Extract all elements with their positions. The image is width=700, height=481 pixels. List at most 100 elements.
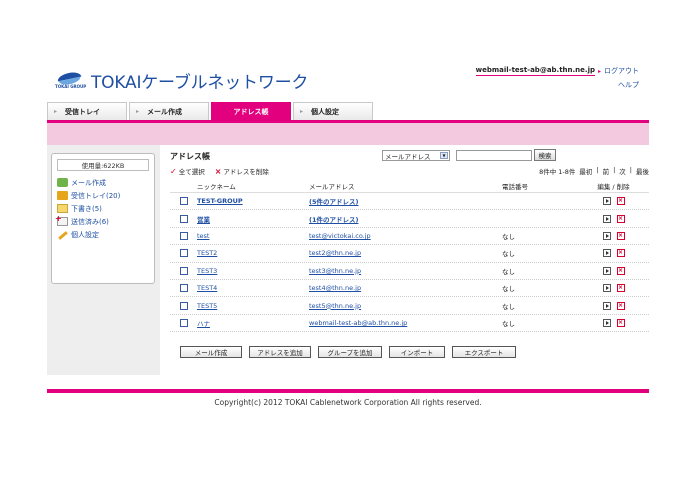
- tel-cell: なし: [502, 232, 515, 241]
- copyright: Copyright(c) 2012 TOKAI Cablenetwork Cor…: [214, 398, 482, 407]
- email-link[interactable]: test@victokai.co.jp: [309, 232, 371, 240]
- tel-cell: なし: [502, 250, 515, 259]
- select-all-link[interactable]: ✓ 全て選択: [170, 166, 205, 177]
- address-table: ニックネーム メールアドレス 電話番号 編集 / 削除 TEST-GROUP (…: [170, 179, 649, 333]
- sidebar-item-settings[interactable]: 個人設定: [57, 228, 149, 241]
- sidebar-item-compose[interactable]: メール作成: [57, 176, 149, 189]
- search-button[interactable]: 検索: [534, 149, 556, 161]
- sidebar-item-inbox[interactable]: 受信トレイ(20): [57, 189, 149, 202]
- edit-icon[interactable]: [602, 249, 611, 258]
- arrow-right-icon: ▸: [300, 108, 304, 115]
- sidebar-item-drafts[interactable]: 下書き(5): [57, 202, 149, 215]
- table-row: TEST5 test5@thn.ne.jp なし ×: [170, 297, 649, 315]
- storage-usage: 使用量:622KB: [57, 159, 149, 171]
- help-link[interactable]: ヘルプ: [476, 80, 639, 90]
- col-nickname: ニックネーム: [197, 182, 236, 191]
- tab-address-book[interactable]: アドレス帳: [211, 102, 291, 120]
- tel-cell: なし: [502, 285, 515, 294]
- delete-x-icon: ×: [214, 166, 222, 176]
- pager-prev[interactable]: 前: [603, 166, 610, 176]
- tel-cell: なし: [502, 267, 515, 276]
- email-link[interactable]: (1件のアドレス): [309, 216, 358, 224]
- arrow-right-icon: ▸: [136, 108, 140, 115]
- nickname-link[interactable]: ハナ: [197, 320, 210, 328]
- row-checkbox[interactable]: [179, 249, 188, 258]
- email-link[interactable]: (5件のアドレス): [309, 198, 358, 206]
- row-checkbox[interactable]: [179, 284, 188, 293]
- nickname-link[interactable]: test: [197, 232, 209, 240]
- add-address-button[interactable]: アドレスを追加: [249, 346, 311, 358]
- delete-icon[interactable]: ×: [616, 318, 625, 327]
- settings-icon: [57, 230, 68, 239]
- delete-icon[interactable]: ×: [616, 197, 625, 206]
- arrow-right-icon: ▸: [597, 67, 601, 75]
- compose-icon: [57, 178, 68, 187]
- edit-icon[interactable]: [602, 318, 611, 327]
- edit-icon[interactable]: [602, 301, 611, 310]
- tel-cell: なし: [502, 319, 515, 328]
- tab-settings[interactable]: ▸ 個人設定: [293, 102, 373, 120]
- table-row: TEST-GROUP (5件のアドレス) ×: [170, 193, 649, 211]
- edit-icon[interactable]: [602, 266, 611, 275]
- sidebar-item-sent[interactable]: 送信済み(6): [55, 214, 149, 228]
- sub-header-band: [47, 123, 649, 145]
- pager-last[interactable]: 最後: [636, 166, 649, 176]
- sidebar-panel: 使用量:622KB メール作成 受信トレイ(20) 下書き(5) 送信済み(6)…: [51, 153, 155, 284]
- compose-mail-button[interactable]: メール作成: [180, 346, 242, 358]
- edit-icon[interactable]: [602, 214, 611, 223]
- table-row: 営業 (1件のアドレス) ×: [170, 210, 649, 228]
- drafts-icon: [57, 204, 68, 213]
- email-link[interactable]: webmail-test-ab@ab.thn.ne.jp: [309, 319, 407, 327]
- table-row: TEST3 test3@thn.ne.jp なし ×: [170, 263, 649, 280]
- logo-text: TOKAIケーブルネットワーク: [91, 72, 309, 93]
- email-link[interactable]: test4@thn.ne.jp: [309, 284, 361, 292]
- col-edit: 編集 / 削除: [597, 182, 630, 191]
- nickname-link[interactable]: TEST5: [197, 302, 217, 310]
- nickname-link[interactable]: TEST-GROUP: [197, 197, 243, 205]
- delete-selected-link[interactable]: × アドレスを削除: [214, 166, 269, 177]
- sent-icon: [55, 214, 68, 226]
- edit-icon[interactable]: [602, 197, 611, 206]
- delete-icon[interactable]: ×: [616, 266, 625, 275]
- checkmark-icon: ✓: [170, 166, 177, 176]
- delete-icon[interactable]: ×: [616, 284, 625, 293]
- search-field-select[interactable]: メールアドレス ▼: [382, 150, 450, 161]
- edit-icon[interactable]: [602, 284, 611, 293]
- nickname-link[interactable]: 営業: [197, 216, 210, 224]
- user-email: webmail-test-ab@ab.thn.ne.jp: [475, 66, 595, 76]
- pagination: 8件中 1-8件 最初 | 前 | 次 | 最後: [539, 166, 649, 176]
- row-checkbox[interactable]: [179, 266, 188, 275]
- tokai-logo-mark: TOKAI GROUP: [55, 69, 86, 91]
- export-button[interactable]: エクスポート: [452, 346, 516, 358]
- search-input[interactable]: [456, 150, 532, 161]
- webmail-page: TOKAI GROUP TOKAIケーブルネットワーク webmail-test…: [47, 60, 649, 420]
- delete-icon[interactable]: ×: [616, 301, 625, 310]
- email-link[interactable]: test2@thn.ne.jp: [309, 249, 361, 257]
- logout-link[interactable]: ログアウト: [604, 66, 639, 76]
- col-tel: 電話番号: [502, 182, 528, 191]
- email-link[interactable]: test3@thn.ne.jp: [309, 267, 361, 275]
- nickname-link[interactable]: TEST3: [197, 267, 217, 275]
- row-checkbox[interactable]: [179, 197, 188, 206]
- footer-bar: [47, 389, 649, 393]
- row-checkbox[interactable]: [179, 214, 188, 223]
- delete-icon[interactable]: ×: [616, 214, 625, 223]
- row-checkbox[interactable]: [179, 301, 188, 310]
- table-row: TEST2 test2@thn.ne.jp なし ×: [170, 245, 649, 263]
- pager-first[interactable]: 最初: [579, 166, 592, 176]
- nickname-link[interactable]: TEST2: [197, 249, 217, 257]
- import-button[interactable]: インポート: [389, 346, 445, 358]
- row-checkbox[interactable]: [179, 318, 188, 327]
- user-box: webmail-test-ab@ab.thn.ne.jp ▸ ログアウト ヘルプ: [475, 66, 639, 90]
- delete-icon[interactable]: ×: [616, 249, 625, 258]
- row-checkbox[interactable]: [179, 231, 188, 240]
- tab-compose[interactable]: ▸ メール作成: [129, 102, 209, 120]
- pager-next[interactable]: 次: [619, 166, 626, 176]
- add-group-button[interactable]: グループを追加: [318, 346, 382, 358]
- table-header: ニックネーム メールアドレス 電話番号 編集 / 削除: [170, 179, 649, 193]
- edit-icon[interactable]: [602, 231, 611, 240]
- delete-icon[interactable]: ×: [616, 231, 625, 240]
- tab-inbox[interactable]: ▸ 受信トレイ: [47, 102, 127, 120]
- nickname-link[interactable]: TEST4: [197, 284, 217, 292]
- email-link[interactable]: test5@thn.ne.jp: [309, 302, 361, 310]
